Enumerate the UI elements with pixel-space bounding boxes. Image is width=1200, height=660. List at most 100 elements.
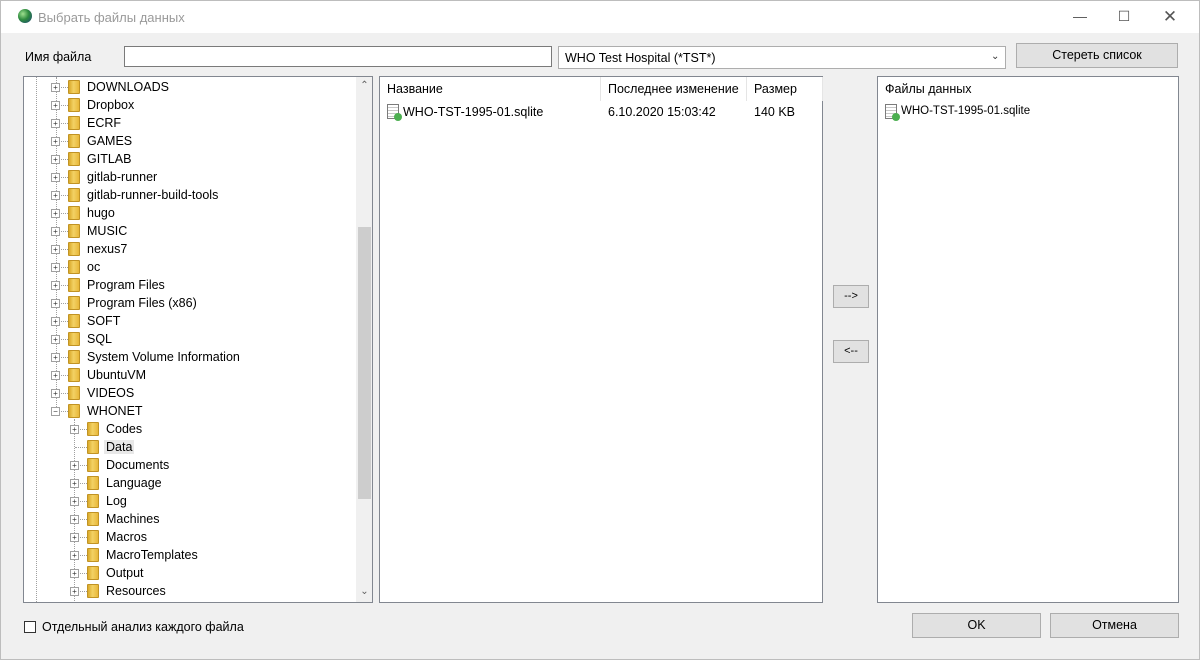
- tree-item[interactable]: + MUSIC: [24, 222, 354, 240]
- column-header-size[interactable]: Размер: [747, 77, 823, 101]
- minimize-button[interactable]: —: [1057, 1, 1103, 33]
- expand-icon[interactable]: +: [51, 137, 60, 146]
- expand-icon[interactable]: +: [70, 551, 79, 560]
- database-select[interactable]: WHO Test Hospital (*TST*) ⌄: [558, 46, 1006, 69]
- file-row[interactable]: WHO-TST-1995-01.sqlite 6.10.2020 15:03:4…: [380, 102, 820, 122]
- tree-item-label: UbuntuVM: [87, 368, 147, 382]
- tree-item[interactable]: + nexus7: [24, 240, 354, 258]
- expand-icon[interactable]: +: [51, 353, 60, 362]
- tree-item[interactable]: + gitlab-runner-build-tools: [24, 186, 354, 204]
- tree-item-label: GITLAB: [87, 152, 132, 166]
- tree-item[interactable]: + System Volume Information: [24, 348, 354, 366]
- close-button[interactable]: ✕: [1147, 1, 1193, 33]
- database-file-icon: [885, 104, 900, 121]
- expand-icon[interactable]: +: [51, 119, 60, 128]
- tree-item[interactable]: + MacroTemplates: [24, 546, 354, 564]
- remove-from-list-button[interactable]: <--: [833, 340, 869, 363]
- tree-item[interactable]: + DOWNLOADS: [24, 78, 354, 96]
- data-file-row[interactable]: WHO-TST-1995-01.sqlite: [878, 102, 1176, 122]
- tree-item[interactable]: + GITLAB: [24, 150, 354, 168]
- expand-icon[interactable]: +: [70, 515, 79, 524]
- title-bar: Выбрать файлы данных — ☐ ✕: [1, 1, 1199, 33]
- tree-item[interactable]: + SOFT: [24, 312, 354, 330]
- expand-icon[interactable]: +: [51, 299, 60, 308]
- tree-item-label: Log: [106, 494, 127, 508]
- tree-item[interactable]: − WHONET: [24, 402, 354, 420]
- tree-item[interactable]: + UbuntuVM: [24, 366, 354, 384]
- expand-icon[interactable]: +: [51, 263, 60, 272]
- tree-item[interactable]: + Machines: [24, 510, 354, 528]
- tree-scrollbar[interactable]: ⌃ ⌄: [356, 77, 372, 602]
- add-to-list-button[interactable]: -->: [833, 285, 869, 308]
- tree-item[interactable]: + Documents: [24, 456, 354, 474]
- folder-icon: [68, 206, 80, 220]
- separate-analysis-label[interactable]: Отдельный анализ каждого файла: [42, 620, 244, 634]
- expand-icon[interactable]: +: [70, 425, 79, 434]
- expand-icon[interactable]: +: [70, 497, 79, 506]
- expand-icon[interactable]: +: [51, 209, 60, 218]
- cancel-button[interactable]: Отмена: [1050, 613, 1179, 638]
- tree-item[interactable]: + hugo: [24, 204, 354, 222]
- tree-item[interactable]: + oc: [24, 258, 354, 276]
- scroll-thumb[interactable]: [358, 227, 371, 499]
- expand-icon[interactable]: +: [70, 533, 79, 542]
- column-header-name[interactable]: Название: [380, 77, 601, 101]
- tree-item[interactable]: + Macros: [24, 528, 354, 546]
- folder-icon: [68, 98, 80, 112]
- folder-icon: [68, 368, 80, 382]
- expand-icon[interactable]: +: [70, 587, 79, 596]
- expand-icon[interactable]: +: [51, 335, 60, 344]
- filename-input[interactable]: [124, 46, 552, 67]
- folder-icon: [87, 530, 99, 544]
- data-files-list[interactable]: Файлы данных WHO-TST-1995-01.sqlite: [877, 76, 1179, 603]
- tree-item[interactable]: + Program Files: [24, 276, 354, 294]
- tree-item[interactable]: + GAMES: [24, 132, 354, 150]
- tree-item[interactable]: + Log: [24, 492, 354, 510]
- tree-item[interactable]: + Program Files (x86): [24, 294, 354, 312]
- tree-item[interactable]: + gitlab-runner: [24, 168, 354, 186]
- expand-icon[interactable]: +: [51, 173, 60, 182]
- tree-item[interactable]: + SQL: [24, 330, 354, 348]
- column-header-modified[interactable]: Последнее изменение: [601, 77, 747, 101]
- tree-item[interactable]: + VIDEOS: [24, 384, 354, 402]
- expand-icon[interactable]: +: [51, 83, 60, 92]
- tree-item[interactable]: + Codes: [24, 420, 354, 438]
- tree-item[interactable]: + Resources: [24, 582, 354, 600]
- expand-icon[interactable]: +: [51, 101, 60, 110]
- collapse-icon[interactable]: −: [51, 407, 60, 416]
- expand-icon[interactable]: +: [51, 317, 60, 326]
- expand-icon[interactable]: +: [70, 461, 79, 470]
- expand-icon[interactable]: +: [51, 371, 60, 380]
- tree-item-label: System Volume Information: [87, 350, 240, 364]
- folder-icon: [87, 494, 99, 508]
- tree-item[interactable]: + ECRF: [24, 114, 354, 132]
- clear-list-button[interactable]: Стереть список: [1016, 43, 1178, 68]
- tree-item-label: oc: [87, 260, 101, 274]
- ok-button[interactable]: OK: [912, 613, 1041, 638]
- scroll-down-arrow[interactable]: ⌄: [359, 586, 370, 598]
- expand-icon[interactable]: +: [51, 245, 60, 254]
- expand-icon[interactable]: +: [51, 389, 60, 398]
- separate-analysis-checkbox[interactable]: [24, 621, 36, 633]
- folder-tree[interactable]: + DOWNLOADS + Dropbox + ECRF + GAMES + GITLAB + git…: [23, 76, 373, 603]
- maximize-button[interactable]: ☐: [1101, 1, 1147, 33]
- folder-icon: [87, 512, 99, 526]
- folder-icon: [68, 314, 80, 328]
- tree-item-label: Documents: [106, 458, 170, 472]
- folder-icon: [68, 188, 80, 202]
- tree-item[interactable]: + Dropbox: [24, 96, 354, 114]
- tree-item-label: MUSIC: [87, 224, 128, 238]
- tree-item-label: Program Files (x86): [87, 296, 197, 310]
- expand-icon[interactable]: +: [51, 281, 60, 290]
- tree-connector: [75, 447, 87, 448]
- expand-icon[interactable]: +: [51, 191, 60, 200]
- expand-icon[interactable]: +: [70, 479, 79, 488]
- tree-item[interactable]: Data: [24, 438, 354, 456]
- scroll-up-arrow[interactable]: ⌃: [359, 80, 370, 92]
- expand-icon[interactable]: +: [51, 155, 60, 164]
- expand-icon[interactable]: +: [70, 569, 79, 578]
- expand-icon[interactable]: +: [51, 227, 60, 236]
- files-list[interactable]: Название Последнее изменение Размер WHO-…: [379, 76, 823, 603]
- tree-item[interactable]: + Language: [24, 474, 354, 492]
- tree-item[interactable]: + Output: [24, 564, 354, 582]
